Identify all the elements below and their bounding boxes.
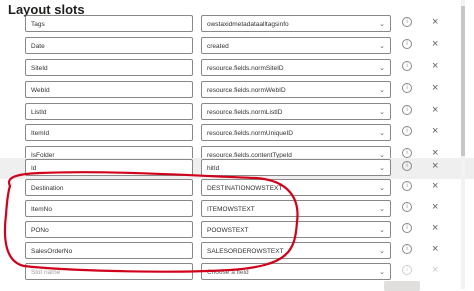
red-annotation-outline <box>3 171 299 273</box>
annotation-loop <box>3 171 299 273</box>
